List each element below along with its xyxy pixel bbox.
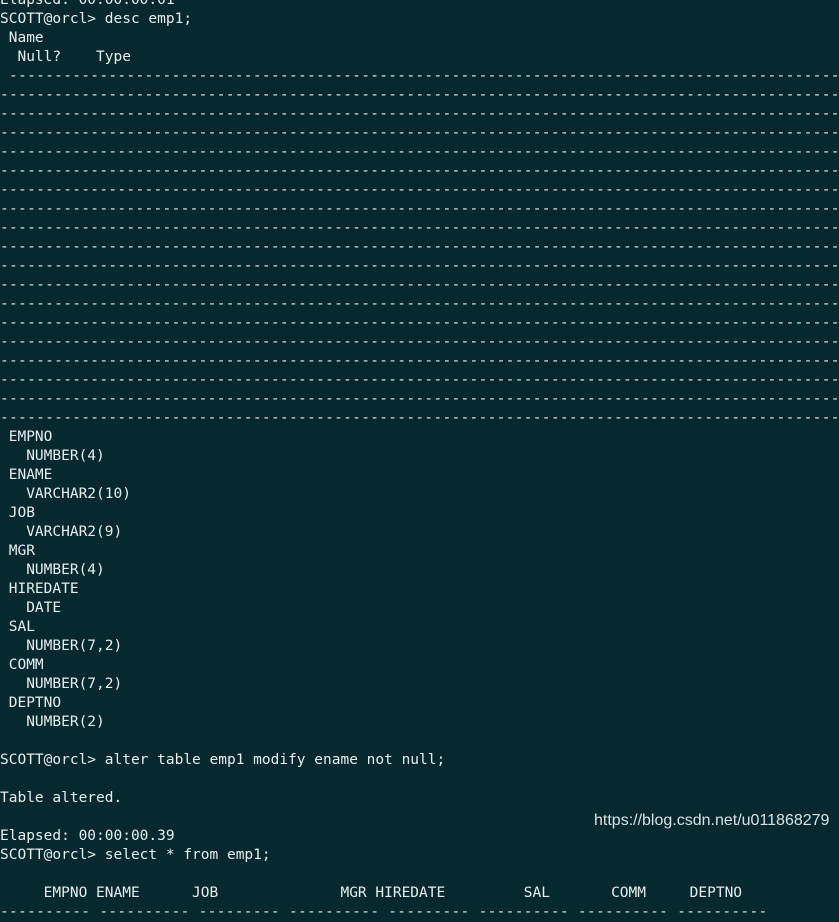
terminal-line: DEPTNO	[0, 695, 62, 711]
terminal-line: ----------------------------------------…	[0, 334, 839, 350]
watermark-url: https://blog.csdn.net/u011868279	[594, 812, 830, 829]
terminal-line: VARCHAR2(9)	[0, 524, 123, 540]
terminal-line: NUMBER(7,2)	[0, 638, 123, 654]
terminal-line: ----------------------------------------…	[0, 125, 839, 141]
terminal-line: NUMBER(4)	[0, 562, 105, 578]
terminal-line: Null? Type	[0, 49, 131, 65]
terminal-line: DATE	[0, 600, 62, 616]
terminal-line: NUMBER(2)	[0, 714, 105, 730]
terminal-line: Table altered.	[0, 790, 123, 806]
terminal-line: ----------------------------------------…	[0, 315, 839, 331]
terminal-line: VARCHAR2(10)	[0, 486, 131, 502]
terminal-line: ----------------------------------------…	[9, 68, 839, 84]
terminal-line: HIREDATE	[0, 581, 79, 597]
terminal-output[interactable]: Elapsed: 00:00:00.01 SCOTT@orcl> desc emp…	[0, 0, 839, 922]
terminal-line: SCOTT@orcl> desc emp1;	[0, 11, 193, 27]
terminal-line: ----------------------------------------…	[0, 182, 839, 198]
terminal-line: SAL	[0, 619, 35, 635]
terminal-line: ----------------------------------------…	[0, 410, 839, 426]
terminal-line: EMPNO	[0, 429, 53, 445]
terminal-line: ----------------------------------------…	[0, 239, 839, 255]
terminal-line: ----------------------------------------…	[0, 220, 839, 236]
terminal-line: COMM	[0, 657, 44, 673]
terminal-line: Elapsed: 00:00:00.01	[0, 0, 175, 8]
terminal-line: SCOTT@orcl> alter table emp1 modify enam…	[0, 752, 446, 768]
terminal-line: ----------------------------------------…	[0, 277, 839, 293]
terminal-line: ----------------------------------------…	[0, 258, 839, 274]
terminal-line: EMPNO ENAME JOB MGR HIREDATE SAL COMM DE…	[0, 885, 743, 901]
terminal-line: Name	[0, 30, 44, 46]
terminal-line: NUMBER(7,2)	[0, 676, 123, 692]
terminal-line: ----------------------------------------…	[0, 353, 839, 369]
terminal-line: ----------------------------------------…	[0, 372, 839, 388]
terminal-line: ----------------------------------------…	[0, 163, 839, 179]
terminal-line: ----------------------------------------…	[0, 296, 839, 312]
terminal-line: ENAME	[0, 467, 53, 483]
terminal-line: ----------------------------------------…	[0, 87, 839, 103]
terminal-line: ----------------------------------------…	[0, 201, 839, 217]
terminal-line: ----------------------------------------…	[0, 391, 839, 407]
terminal-line: ----------------------------------------…	[0, 144, 839, 160]
terminal-line: ----------------------------------------…	[0, 106, 839, 122]
terminal-line: ---------- ---------- --------- --------…	[0, 904, 768, 920]
terminal-line: MGR	[0, 543, 35, 559]
terminal-line: NUMBER(4)	[0, 448, 105, 464]
terminal-line: SCOTT@orcl> select * from emp1;	[0, 847, 271, 863]
terminal-line: JOB	[0, 505, 35, 521]
